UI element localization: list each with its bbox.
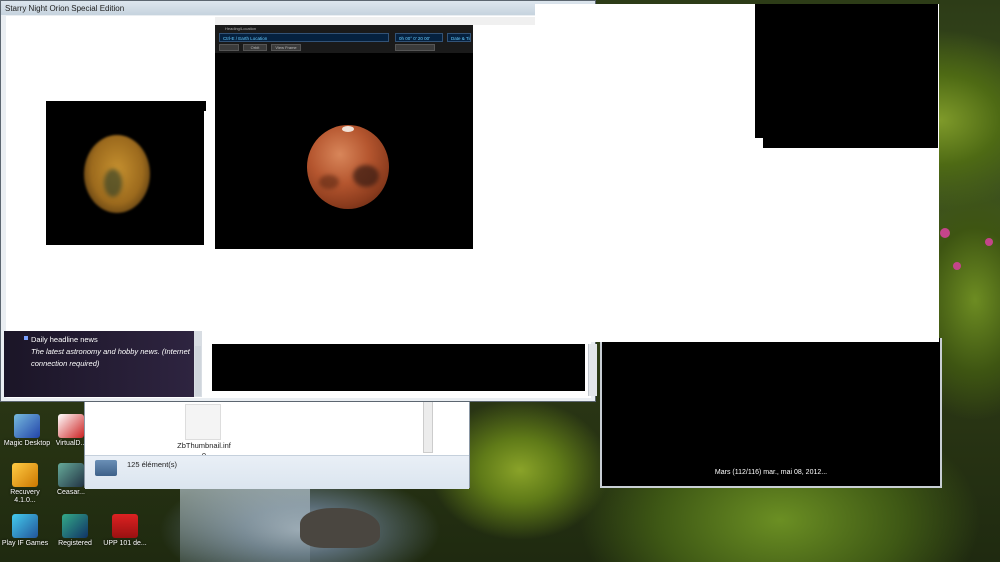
location-field[interactable]: Ctrl-E / Earth Location — [219, 33, 389, 42]
photo-caption: Mars (112/116) mar., mai 08, 2012... — [714, 469, 828, 476]
app-icon — [12, 514, 38, 538]
app-icon — [62, 514, 88, 538]
window-title: Starry Night Orion Special Edition — [1, 1, 595, 15]
coord-field[interactable]: 0h 00° 0' 20 00' — [395, 33, 443, 42]
wallpaper-flower — [985, 238, 993, 246]
pdf-icon — [112, 514, 138, 538]
toolbar-strip — [215, 17, 535, 25]
item-count: 125 élément(s) — [127, 460, 178, 469]
toolbar-label: Heading/Location — [225, 26, 257, 31]
photo-viewer-window[interactable]: Mars (112/116) mar., mai 08, 2012... — [600, 338, 942, 488]
desktop-icon-magic-desktop[interactable]: Magic Desktop — [2, 414, 52, 448]
mars-planet[interactable] — [307, 125, 389, 209]
news-description: The latest astronomy and hobby news. (In… — [31, 347, 190, 368]
desktop-icon-play-games[interactable]: Play IF Games — [0, 514, 50, 548]
app-icon — [58, 414, 84, 438]
control-buttons[interactable] — [395, 44, 435, 51]
explorer-window[interactable]: ZbThumbnail.inf 0 125 élément(s) — [84, 398, 470, 489]
app-icon — [12, 463, 38, 487]
panel-scrollbar[interactable] — [195, 346, 201, 396]
app-icon — [14, 414, 40, 438]
polar-cap — [342, 126, 354, 132]
news-panel[interactable]: Daily headline news The latest astronomy… — [4, 331, 194, 397]
explorer-scrollbar[interactable] — [423, 401, 433, 453]
sky-view[interactable]: Heading/Location Ctrl-E / Earth Location… — [215, 25, 473, 249]
sky-view-lower[interactable] — [212, 344, 585, 391]
wallpaper-waterfall — [180, 480, 310, 562]
news-heading[interactable]: Daily headline news — [31, 335, 98, 344]
bullet-icon — [24, 336, 28, 340]
black-panel — [755, 4, 938, 138]
orbit-button[interactable]: Orbit — [243, 44, 267, 51]
wallpaper-flower — [953, 262, 961, 270]
time-field[interactable]: Date & Time — [447, 33, 471, 42]
desktop-icon-recuvery[interactable]: Recuvery 4.1.0... — [0, 463, 50, 505]
nav-button[interactable] — [219, 44, 239, 51]
file-icon[interactable] — [185, 404, 221, 440]
main-scrollbar[interactable] — [588, 344, 597, 396]
computer-icon — [95, 460, 117, 476]
desktop-icon-registered[interactable]: Registered — [50, 514, 100, 548]
view-frame-button[interactable]: View Frame — [271, 44, 301, 51]
desktop-icon-pdf[interactable]: UPP 101 de... — [100, 514, 150, 548]
viewer-toolbar: Heading/Location Ctrl-E / Earth Location… — [215, 25, 473, 53]
wallpaper-flower — [940, 228, 950, 238]
app-icon — [58, 463, 84, 487]
wallpaper-rock — [300, 508, 380, 548]
mars-photo-blurry — [46, 101, 206, 245]
explorer-status-bar: 125 élément(s) — [85, 455, 469, 489]
app-title: Starry Night Orion Special Edition — [5, 3, 125, 13]
